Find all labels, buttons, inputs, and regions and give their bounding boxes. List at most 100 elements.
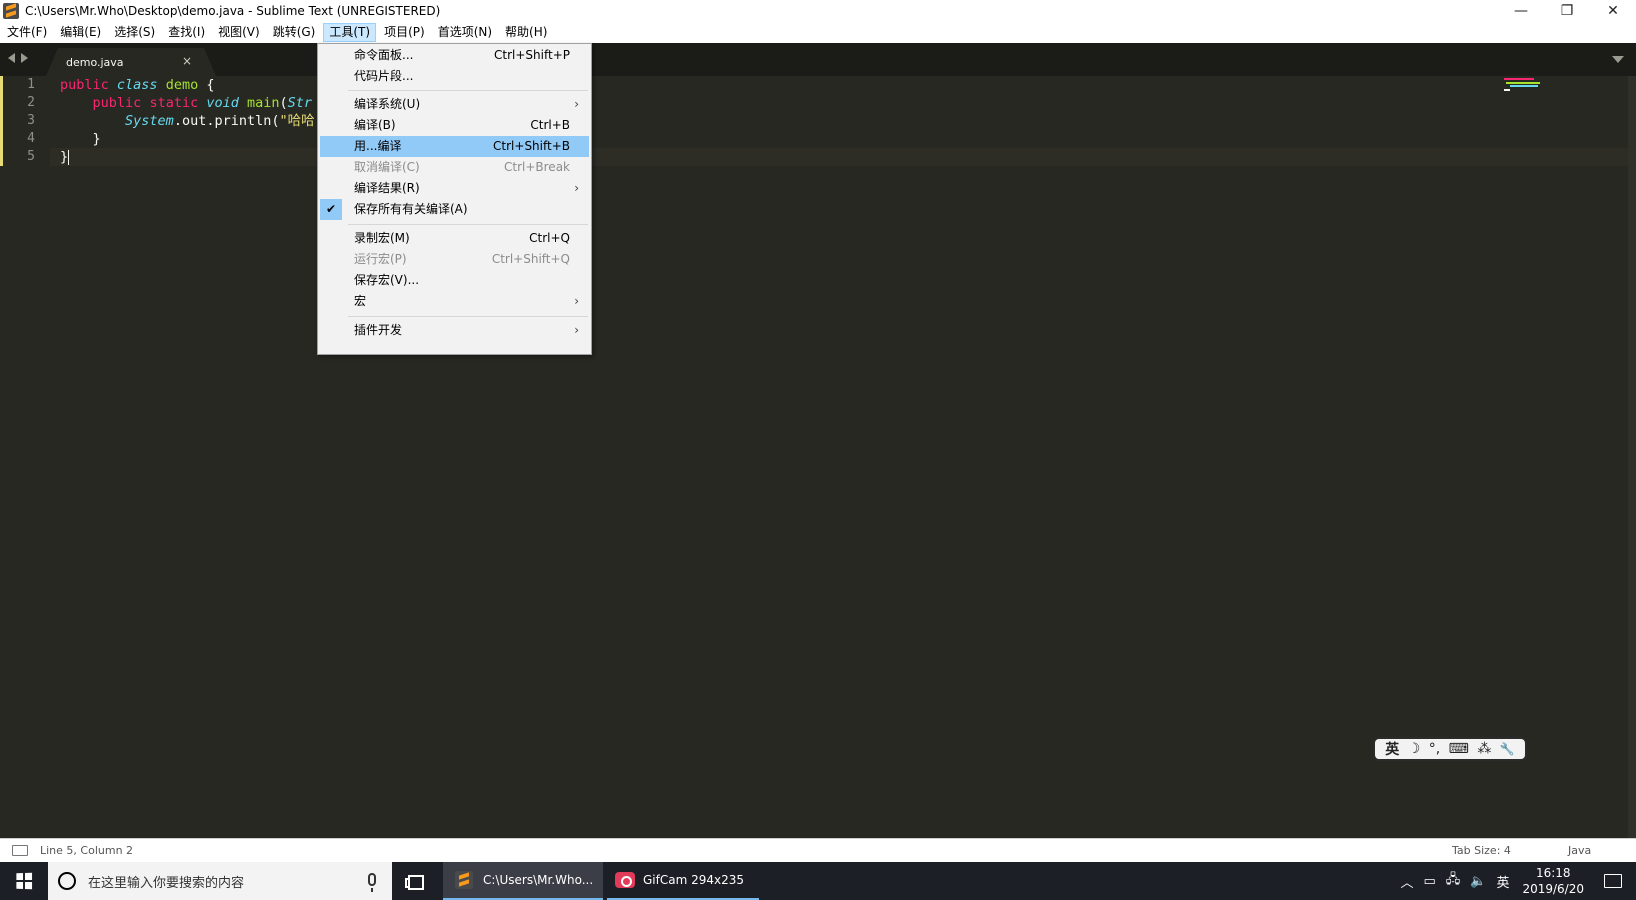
menu-bar: 文件(F) 编辑(E) 选择(S) 查找(I) 视图(V) 跳转(G) 工具(T… <box>0 22 1636 43</box>
ime-moon-icon[interactable]: ☽ <box>1408 741 1421 757</box>
ime-toolbar[interactable]: 英 ☽ °, ⌨ ⁂ 🔧 <box>1373 737 1527 761</box>
line-number: 2 <box>27 95 35 110</box>
line-number: 1 <box>27 77 35 92</box>
sublime-icon <box>455 871 473 889</box>
task-view-icon[interactable] <box>405 872 425 890</box>
menu-edit[interactable]: 编辑(E) <box>55 23 106 42</box>
menu-item-playback-macro[interactable]: 运行宏(P) Ctrl+Shift+Q <box>320 249 589 270</box>
code-line: System.out.println("哈哈 <box>125 113 315 129</box>
tab-demo-java[interactable]: demo.java × <box>46 48 216 76</box>
sublime-app-icon <box>3 3 19 19</box>
volume-icon[interactable]: 🔈 <box>1470 874 1486 889</box>
ime-symbol-icon[interactable]: ⁂ <box>1477 741 1491 757</box>
minimap[interactable] <box>1496 76 1616 96</box>
tab-prev-icon[interactable] <box>8 53 15 63</box>
menu-item-save-macro[interactable]: 保存宏(V)... <box>320 270 589 291</box>
code-line: } <box>60 149 70 165</box>
taskbar-app-sublime[interactable]: C:\Users\Mr.Who... <box>443 862 603 900</box>
menu-item-build-system[interactable]: 编译系统(U) › <box>320 94 589 115</box>
menu-item-build-with[interactable]: 用...编译 Ctrl+Shift+B <box>320 136 589 157</box>
gifcam-icon <box>615 872 635 888</box>
title-bar: C:\Users\Mr.Who\Desktop\demo.java - Subl… <box>0 0 1636 22</box>
code-line: } <box>60 131 101 147</box>
code-line: public class demo { <box>60 77 215 93</box>
tab-list-dropdown-icon[interactable] <box>1612 56 1624 63</box>
menu-project[interactable]: 项目(P) <box>379 23 430 42</box>
menu-item-save-all-on-build[interactable]: ✔ 保存所有有关编译(A) <box>320 199 589 220</box>
menu-item-command-palette[interactable]: 命令面板... Ctrl+Shift+P <box>320 45 589 66</box>
menu-preferences[interactable]: 首选项(N) <box>433 23 497 42</box>
line-number: 3 <box>27 113 35 128</box>
windows-logo-icon <box>16 872 33 890</box>
cortana-icon <box>58 872 76 890</box>
checkmark-icon: ✔ <box>320 199 342 220</box>
taskbar-search[interactable]: 在这里输入你要搜索的内容 <box>48 862 392 900</box>
submenu-arrow-icon: › <box>574 294 579 308</box>
tab-size[interactable]: Tab Size: 4 <box>1452 844 1511 857</box>
tab-close-icon[interactable]: × <box>182 54 192 68</box>
panel-toggle-icon[interactable] <box>12 845 28 856</box>
minimap-line <box>1504 78 1534 80</box>
network-icon[interactable]: 🖧 <box>1446 870 1461 892</box>
tab-next-icon[interactable] <box>21 53 28 63</box>
text-caret <box>68 149 70 165</box>
tab-label: demo.java <box>66 56 124 69</box>
submenu-arrow-icon: › <box>574 323 579 337</box>
menu-item-developer[interactable]: 插件开发 › <box>320 320 589 341</box>
clock-date: 2019/6/20 <box>1522 882 1584 896</box>
ime-lang-toggle[interactable]: 英 <box>1385 739 1399 759</box>
window-title: C:\Users\Mr.Who\Desktop\demo.java - Subl… <box>25 4 441 18</box>
menu-item-macros[interactable]: 宏 › <box>320 291 589 312</box>
input-language[interactable]: 英 <box>1496 872 1509 891</box>
menu-view[interactable]: 视图(V) <box>213 23 265 42</box>
code-editor[interactable]: 1 2 3 4 5 public class demo { public sta… <box>0 76 1636 838</box>
submenu-arrow-icon: › <box>574 97 579 111</box>
taskbar-app-label: GifCam 294x235 <box>643 873 745 887</box>
menu-item-build-results[interactable]: 编译结果(R) › <box>320 178 589 199</box>
ime-keyboard-icon[interactable]: ⌨ <box>1449 741 1469 757</box>
menu-item-record-macro[interactable]: 录制宏(M) Ctrl+Q <box>320 228 589 249</box>
start-button[interactable] <box>0 862 48 900</box>
maximize-button[interactable]: ❐ <box>1544 0 1590 22</box>
search-placeholder: 在这里输入你要搜索的内容 <box>88 875 245 891</box>
taskbar-app-gifcam[interactable]: GifCam 294x235 <box>607 862 759 900</box>
clock-time: 16:18 <box>1535 866 1571 880</box>
ime-settings-icon[interactable]: 🔧 <box>1500 742 1515 756</box>
microphone-icon[interactable] <box>368 873 376 892</box>
minimize-button[interactable]: — <box>1498 0 1544 22</box>
menu-separator <box>348 224 588 225</box>
minimap-line <box>1504 89 1510 91</box>
menu-item-snippets[interactable]: 代码片段... <box>320 66 589 87</box>
tools-menu: 命令面板... Ctrl+Shift+P 代码片段... 编译系统(U) › 编译(… <box>317 43 592 355</box>
line-number: 5 <box>27 149 35 164</box>
menu-separator <box>348 316 588 317</box>
notification-center-icon[interactable] <box>1604 874 1622 888</box>
menu-file[interactable]: 文件(F) <box>2 23 52 42</box>
clock[interactable]: 16:18 2019/6/20 <box>1522 865 1584 897</box>
system-tray: ︿ ▭ 🖧 🔈 英 16:18 2019/6/20 <box>1395 862 1636 900</box>
menu-tools[interactable]: 工具(T) <box>323 23 377 42</box>
menu-item-build[interactable]: 编译(B) Ctrl+B <box>320 115 589 136</box>
close-button[interactable]: ✕ <box>1590 0 1636 22</box>
menu-item-cancel-build[interactable]: 取消编译(C) Ctrl+Break <box>320 157 589 178</box>
status-bar: Line 5, Column 2 Tab Size: 4 Java <box>0 838 1636 862</box>
window-controls: — ❐ ✕ <box>1498 0 1636 22</box>
minimap-line <box>1506 82 1540 84</box>
code-line: public static void main(Str <box>92 95 313 111</box>
menu-selection[interactable]: 选择(S) <box>109 23 160 42</box>
battery-icon[interactable]: ▭ <box>1423 874 1435 889</box>
syntax-selector[interactable]: Java <box>1568 844 1591 857</box>
menu-goto[interactable]: 跳转(G) <box>268 23 321 42</box>
cursor-position: Line 5, Column 2 <box>40 844 134 857</box>
vertical-scrollbar[interactable] <box>1628 76 1636 838</box>
taskbar: 在这里输入你要搜索的内容 C:\Users\Mr.Who... GifCam 2… <box>0 862 1636 900</box>
line-number: 4 <box>27 131 35 146</box>
tray-expand-icon[interactable]: ︿ <box>1400 872 1413 891</box>
current-line-highlight <box>50 148 1636 166</box>
menu-help[interactable]: 帮助(H) <box>500 23 552 42</box>
ime-punct-icon[interactable]: °, <box>1429 741 1440 757</box>
minimap-line <box>1510 85 1538 87</box>
taskbar-app-label: C:\Users\Mr.Who... <box>483 873 594 887</box>
menu-find[interactable]: 查找(I) <box>163 23 210 42</box>
tab-nav <box>8 53 28 63</box>
